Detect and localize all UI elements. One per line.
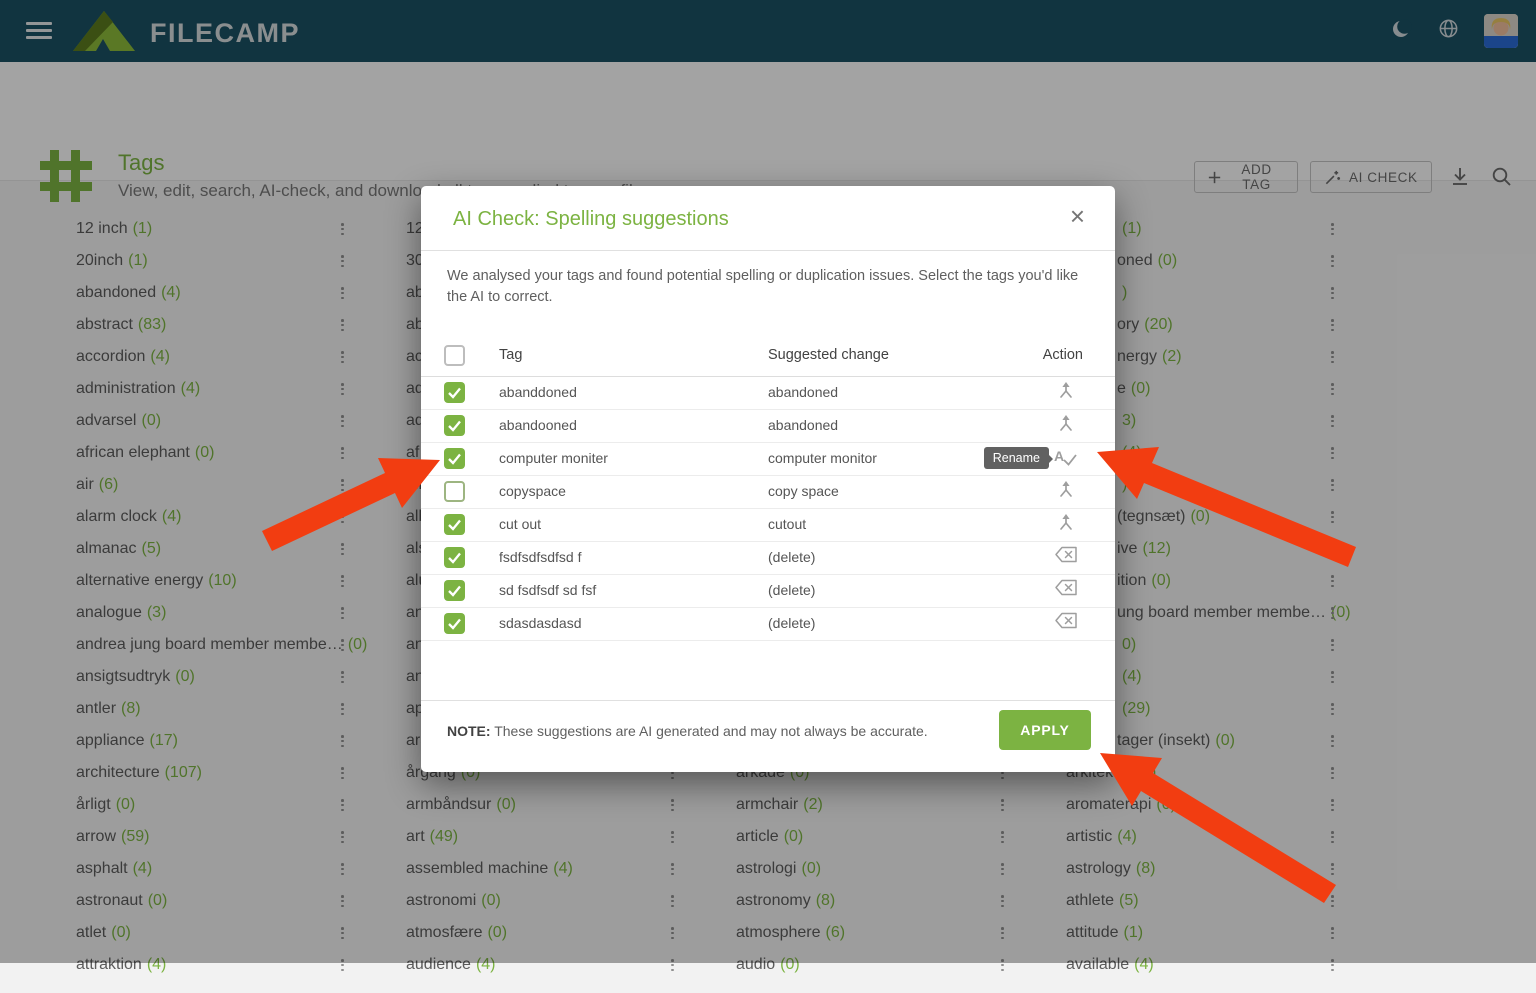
- suggestion-change: copy space: [768, 483, 839, 499]
- suggestion-change: cutout: [768, 516, 806, 532]
- suggestion-row: computer moniter computer monitor Rename A: [421, 443, 1115, 476]
- suggestion-tag: cut out: [499, 516, 541, 532]
- suggestion-change: (delete): [768, 549, 815, 565]
- rename-tooltip: Rename: [984, 447, 1049, 469]
- check-icon: [444, 547, 465, 568]
- check-icon: [444, 448, 465, 469]
- delete-action-button[interactable]: [1052, 546, 1080, 566]
- merge-action-button[interactable]: [1052, 513, 1080, 534]
- row-checkbox-checked[interactable]: [444, 382, 465, 403]
- rename-action-button[interactable]: A: [1052, 447, 1080, 470]
- suggestion-row: abandooned abandoned: [421, 410, 1115, 443]
- suggestion-change: (delete): [768, 582, 815, 598]
- check-icon: [444, 580, 465, 601]
- row-checkbox-unchecked[interactable]: [444, 481, 465, 502]
- merge-icon: [1056, 480, 1076, 498]
- merge-action-button[interactable]: [1052, 480, 1080, 501]
- dialog-note: NOTE: These suggestions are AI generated…: [447, 723, 928, 739]
- merge-action-button[interactable]: [1052, 381, 1080, 402]
- row-checkbox-checked[interactable]: [444, 547, 465, 568]
- row-checkbox-checked[interactable]: [444, 448, 465, 469]
- suggestion-row: abanddoned abandoned: [421, 377, 1115, 410]
- merge-action-button[interactable]: [1052, 414, 1080, 435]
- suggestion-tag: sd fsdfsdf sd fsf: [499, 582, 596, 598]
- suggestion-tag: computer moniter: [499, 450, 608, 466]
- suggestion-change: (delete): [768, 615, 815, 631]
- suggestions-table-header: Tag Suggested change Action: [421, 336, 1115, 376]
- suggestion-row: sdasdasdasd (delete): [421, 608, 1115, 641]
- close-icon[interactable]: ×: [1064, 202, 1091, 230]
- check-icon: [444, 415, 465, 436]
- apply-button[interactable]: APPLY: [999, 710, 1091, 750]
- suggestion-row: sd fsdfsdf sd fsf (delete): [421, 575, 1115, 608]
- ai-check-dialog: AI Check: Spelling suggestions × We anal…: [421, 186, 1115, 772]
- row-checkbox-checked[interactable]: [444, 613, 465, 634]
- suggestion-tag: fsdfsdfsdfsd f: [499, 549, 581, 565]
- suggestion-change: abandoned: [768, 417, 838, 433]
- column-header-suggestion: Suggested change: [768, 347, 889, 363]
- dialog-description: We analysed your tags and found potentia…: [447, 266, 1099, 308]
- suggestion-tag: copyspace: [499, 483, 566, 499]
- check-icon: [444, 514, 465, 535]
- merge-icon: [1056, 381, 1076, 399]
- spellcheck-icon: A: [1054, 447, 1078, 467]
- svg-text:A: A: [1054, 448, 1064, 464]
- row-checkbox-checked[interactable]: [444, 415, 465, 436]
- suggestion-row: fsdfsdfsdfsd f (delete): [421, 542, 1115, 575]
- dialog-title: AI Check: Spelling suggestions: [453, 208, 729, 231]
- suggestion-tag: abandooned: [499, 417, 577, 433]
- suggestion-change: abandoned: [768, 384, 838, 400]
- backspace-delete-icon: [1054, 612, 1078, 629]
- column-header-tag: Tag: [499, 347, 522, 363]
- row-checkbox-checked[interactable]: [444, 580, 465, 601]
- suggestion-tag: abanddoned: [499, 384, 577, 400]
- select-all-checkbox[interactable]: [444, 345, 465, 366]
- delete-action-button[interactable]: [1052, 612, 1080, 632]
- backspace-delete-icon: [1054, 579, 1078, 596]
- check-icon: [444, 382, 465, 403]
- check-icon: [444, 613, 465, 634]
- merge-icon: [1056, 414, 1076, 432]
- delete-action-button[interactable]: [1052, 579, 1080, 599]
- suggestion-row: cut out cutout: [421, 509, 1115, 542]
- backspace-delete-icon: [1054, 546, 1078, 563]
- suggestion-row: copyspace copy space: [421, 476, 1115, 509]
- suggestion-change: computer monitor: [768, 450, 877, 466]
- column-header-action: Action: [981, 347, 1083, 363]
- row-checkbox-checked[interactable]: [444, 514, 465, 535]
- suggestions-table: abanddoned abandoned abandooned abandoned co…: [421, 377, 1115, 641]
- suggestion-tag: sdasdasdasd: [499, 615, 582, 631]
- merge-icon: [1056, 513, 1076, 531]
